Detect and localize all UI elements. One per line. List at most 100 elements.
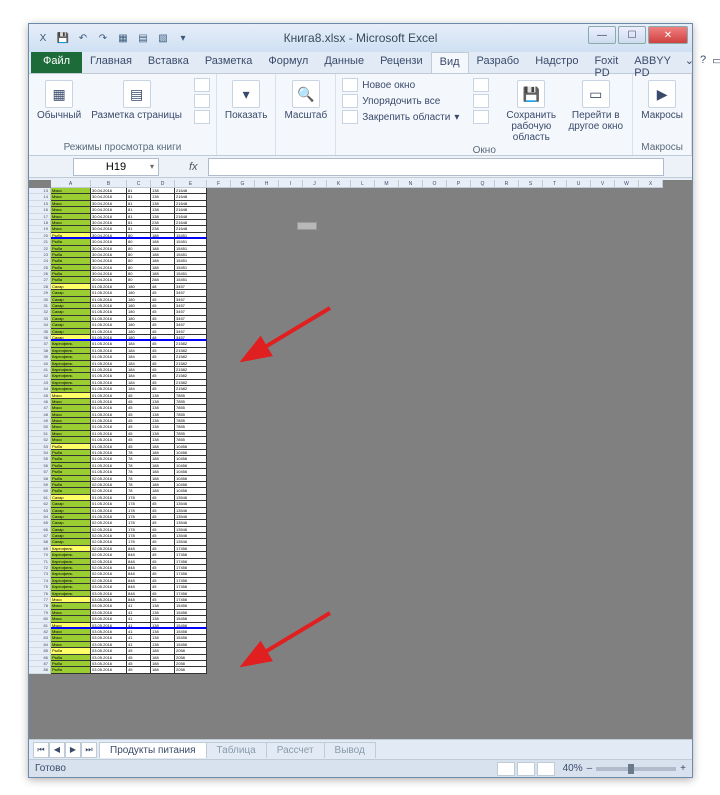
qat-btn-6[interactable]: ▧	[155, 30, 171, 46]
col-hdr-T[interactable]: T	[543, 180, 567, 188]
page-layout-button[interactable]: ▤ Разметка страницы	[89, 78, 184, 124]
col-hdr-F[interactable]: F	[207, 180, 231, 188]
maximize-button[interactable]: ☐	[618, 26, 646, 44]
col-hdr-V[interactable]: V	[591, 180, 615, 188]
tab-вид[interactable]: Вид	[431, 52, 469, 73]
minimize-button[interactable]: —	[588, 26, 616, 44]
sheet-nav-first[interactable]: ⏮	[33, 742, 49, 758]
col-hdr-H[interactable]: H	[255, 180, 279, 188]
col-hdr-L[interactable]: L	[351, 180, 375, 188]
normal-view-button[interactable]: ▦ Обычный	[35, 78, 83, 124]
freeze-panes-button[interactable]: Закрепить области ▾	[342, 110, 459, 124]
cells-grid[interactable]: Мясо30.04.20168113821648Мясо30.04.201681…	[51, 188, 207, 674]
macros-button[interactable]: ▶ Макросы	[639, 78, 685, 123]
col-hdr-I[interactable]: I	[279, 180, 303, 188]
sheet-nav-prev[interactable]: ◀	[49, 742, 65, 758]
sheet-tabs: Продукты питанияТаблицаРассчетВывод	[99, 742, 375, 758]
ribctl-2[interactable]: ▭	[712, 54, 720, 71]
col-hdr-R[interactable]: R	[495, 180, 519, 188]
window-controls: — ☐ ✕	[588, 26, 688, 44]
tab-рецензи[interactable]: Рецензи	[372, 52, 431, 73]
sheet-tab-0[interactable]: Продукты питания	[99, 742, 207, 758]
row-headers[interactable]: 1314151617181920212223242526272829303132…	[29, 188, 51, 674]
qat-btn-7[interactable]: ▾	[175, 30, 191, 46]
qat-btn-4[interactable]: ▦	[115, 30, 131, 46]
col-hdr-A[interactable]: A	[51, 180, 91, 188]
cell[interactable]: 45	[127, 667, 151, 673]
fx-icon[interactable]: fx	[189, 161, 198, 173]
tab-abbyy pd[interactable]: ABBYY PD	[626, 52, 679, 73]
worksheet-area[interactable]: ABCDEFGHIJKLMNOPQRSTUVWX 131415161718192…	[29, 180, 692, 739]
file-tab[interactable]: Файл	[31, 52, 82, 73]
save-workspace-button[interactable]: 💾 Сохранить рабочую область	[503, 78, 559, 145]
win-sm-3[interactable]	[473, 110, 489, 124]
cell[interactable]: 2058	[175, 667, 207, 673]
col-hdr-K[interactable]: K	[327, 180, 351, 188]
qat-btn-3[interactable]: ↷	[95, 30, 111, 46]
zoom-slider[interactable]	[596, 767, 676, 771]
view-sm-2[interactable]	[194, 94, 210, 108]
col-hdr-B[interactable]: B	[91, 180, 127, 188]
view-break-sm[interactable]	[537, 762, 555, 776]
show-button[interactable]: ▾ Показать	[223, 78, 270, 123]
tab-формул[interactable]: Формул	[260, 52, 316, 73]
ribctl-1[interactable]: ?	[700, 54, 706, 71]
arrange-all-button[interactable]: Упорядочить все	[342, 94, 459, 108]
tab-разметка[interactable]: Разметка	[197, 52, 261, 73]
col-hdr-E[interactable]: E	[175, 180, 207, 188]
qat-btn-2[interactable]: ↶	[75, 30, 91, 46]
cell[interactable]: Рыба	[51, 667, 91, 673]
switch-window-button[interactable]: ▭ Перейти в другое окно	[565, 78, 626, 145]
view-sm-3[interactable]	[194, 110, 210, 124]
formula-input[interactable]	[208, 158, 664, 176]
col-hdr-W[interactable]: W	[615, 180, 639, 188]
tab-foxit pd[interactable]: Foxit PD	[586, 52, 626, 73]
tab-разрабо[interactable]: Разрабо	[469, 52, 528, 73]
table-row[interactable]: Рыба03.05.2016451882058	[51, 667, 207, 673]
column-headers[interactable]: ABCDEFGHIJKLMNOPQRSTUVWX	[51, 180, 663, 188]
zoom-plus[interactable]: +	[680, 763, 686, 774]
tab-вставка[interactable]: Вставка	[140, 52, 197, 73]
show-icon: ▾	[232, 80, 260, 108]
row-hdr[interactable]: 88	[29, 667, 51, 673]
col-hdr-C[interactable]: C	[127, 180, 151, 188]
col-hdr-D[interactable]: D	[151, 180, 175, 188]
col-hdr-Q[interactable]: Q	[471, 180, 495, 188]
freeze-label: Закрепить области	[362, 112, 450, 123]
col-hdr-P[interactable]: P	[447, 180, 471, 188]
ribctl-0[interactable]: ⌄	[685, 54, 694, 71]
col-hdr-X[interactable]: X	[639, 180, 663, 188]
sheet-tab-1[interactable]: Таблица	[206, 742, 267, 758]
col-hdr-S[interactable]: S	[519, 180, 543, 188]
close-button[interactable]: ✕	[648, 26, 688, 44]
qat-btn-5[interactable]: ▤	[135, 30, 151, 46]
cell[interactable]: 188	[151, 667, 175, 673]
tab-надстро[interactable]: Надстро	[527, 52, 586, 73]
tab-главная[interactable]: Главная	[82, 52, 140, 73]
tab-данные[interactable]: Данные	[316, 52, 372, 73]
col-hdr-N[interactable]: N	[399, 180, 423, 188]
col-hdr-M[interactable]: M	[375, 180, 399, 188]
name-box[interactable]: H19	[73, 158, 159, 176]
col-hdr-O[interactable]: O	[423, 180, 447, 188]
qat-btn-1[interactable]: 💾	[55, 30, 71, 46]
zoom-minus[interactable]: –	[587, 763, 593, 774]
col-hdr-U[interactable]: U	[567, 180, 591, 188]
qat-btn-0[interactable]: X	[35, 30, 51, 46]
new-window-button[interactable]: Новое окно	[342, 78, 459, 92]
view-sm-1[interactable]	[194, 78, 210, 92]
zoom-button[interactable]: 🔍 Масштаб	[282, 78, 329, 123]
win-sm-2[interactable]	[473, 94, 489, 108]
sheet-tab-3[interactable]: Вывод	[324, 742, 376, 758]
view-page-sm[interactable]	[517, 762, 535, 776]
window-title: Книга8.xlsx - Microsoft Excel	[284, 31, 438, 45]
cell[interactable]: 03.05.2016	[91, 667, 127, 673]
window-stack: Новое окно Упорядочить все Закрепить обл…	[342, 78, 459, 145]
view-normal-sm[interactable]	[497, 762, 515, 776]
col-hdr-G[interactable]: G	[231, 180, 255, 188]
win-sm-1[interactable]	[473, 78, 489, 92]
sheet-nav-next[interactable]: ▶	[65, 742, 81, 758]
sheet-tab-2[interactable]: Рассчет	[266, 742, 325, 758]
col-hdr-J[interactable]: J	[303, 180, 327, 188]
sheet-nav-last[interactable]: ⏭	[81, 742, 97, 758]
